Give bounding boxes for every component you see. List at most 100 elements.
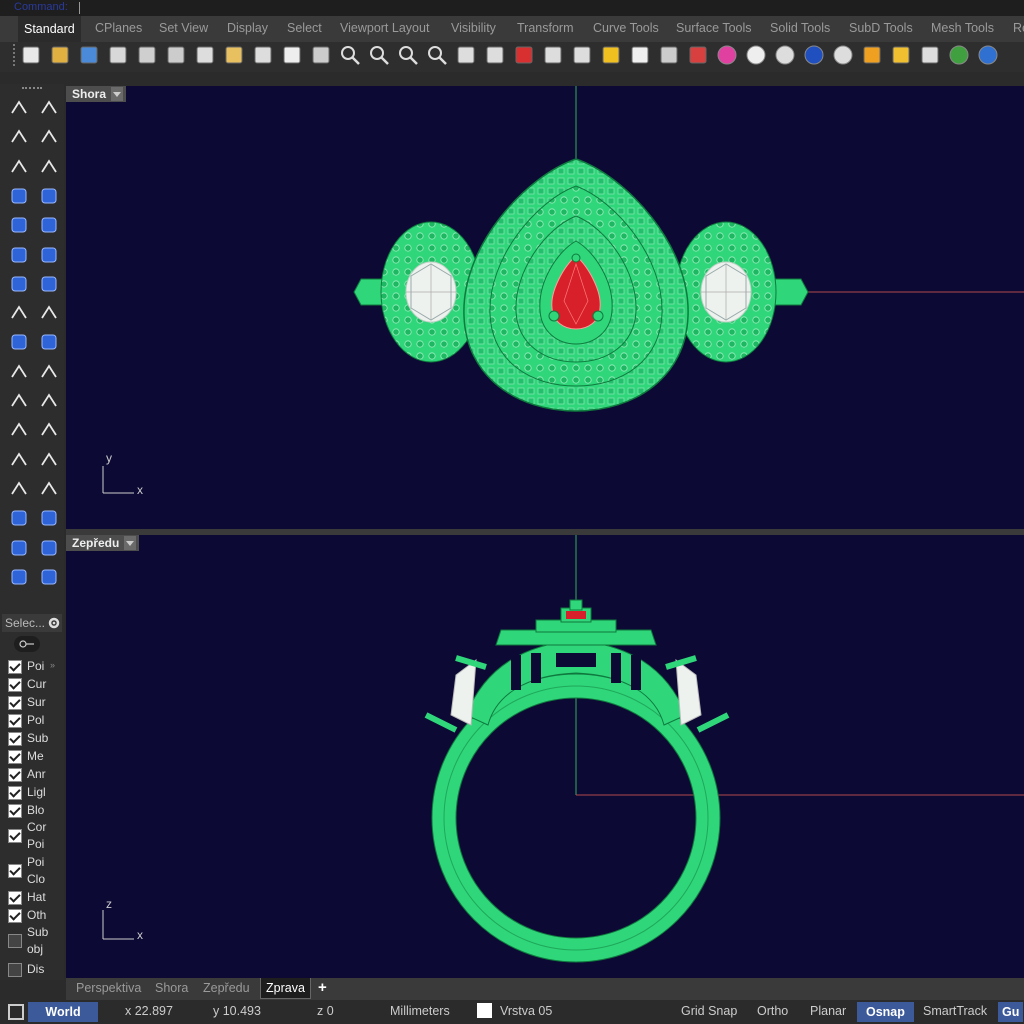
filter-checkbox[interactable]: [8, 714, 22, 728]
left-toolbar-grip[interactable]: [22, 87, 42, 92]
filter-checkbox[interactable]: [8, 732, 22, 746]
tab-mesh-tools[interactable]: Mesh Tools: [931, 21, 994, 35]
panel-toggle-icon[interactable]: [8, 1004, 24, 1020]
filter-checkbox[interactable]: [8, 909, 22, 923]
tab-curve-tools[interactable]: Curve Tools: [593, 21, 659, 35]
zoom-window-icon[interactable]: [368, 44, 390, 66]
color-wheel-icon[interactable]: [716, 44, 738, 66]
tab-standard[interactable]: Standard: [18, 16, 81, 42]
light-bulb-icon[interactable]: [629, 44, 651, 66]
gumball-toggle[interactable]: Gu: [998, 1002, 1024, 1022]
circle-icon[interactable]: [8, 156, 30, 178]
filter-checkbox[interactable]: [8, 768, 22, 782]
open-folder-icon[interactable]: [49, 44, 71, 66]
tab-perspektiva[interactable]: Perspektiva: [76, 981, 141, 995]
tab-zprava[interactable]: Zprava: [260, 978, 311, 999]
surface-icon[interactable]: [8, 244, 30, 266]
filter-checkbox[interactable]: [8, 891, 22, 905]
grid-array-icon[interactable]: [8, 537, 30, 559]
rebuild-icon[interactable]: [38, 419, 60, 441]
tab-surface-tools[interactable]: Surface Tools: [676, 21, 752, 35]
text-icon[interactable]: [8, 449, 30, 471]
filter-item[interactable]: Me: [8, 749, 64, 765]
import-icon[interactable]: [136, 44, 158, 66]
polygon-icon[interactable]: [8, 185, 30, 207]
print-icon[interactable]: [107, 44, 129, 66]
filter-checkbox[interactable]: [8, 864, 22, 878]
scale-icon[interactable]: [38, 449, 60, 471]
viewport-title-front[interactable]: Zepředu: [66, 535, 140, 551]
viewport-title-top[interactable]: Shora: [66, 86, 127, 102]
tab-zepredu[interactable]: Zepředu: [203, 981, 250, 995]
filter-checkbox[interactable]: [8, 660, 22, 674]
polyline-icon[interactable]: [8, 126, 30, 148]
osnap-toggle[interactable]: Osnap: [857, 1002, 914, 1022]
point-icon[interactable]: [38, 97, 60, 119]
light-cone-icon[interactable]: [861, 44, 883, 66]
grid-options-icon[interactable]: [542, 44, 564, 66]
filter-item[interactable]: Blo: [8, 803, 64, 819]
ortho-toggle[interactable]: Ortho: [757, 1004, 788, 1018]
smarttrack-toggle[interactable]: SmartTrack: [923, 1004, 987, 1018]
filter-checkbox[interactable]: [8, 963, 22, 977]
cplane-icon[interactable]: [571, 44, 593, 66]
boolean-union-icon[interactable]: [8, 390, 30, 412]
twist-icon[interactable]: [38, 566, 60, 588]
cut-icon[interactable]: [165, 44, 187, 66]
filter-checkbox[interactable]: [8, 829, 22, 843]
filter-item[interactable]: Anr: [8, 767, 64, 783]
tab-visibility[interactable]: Visibility: [451, 21, 496, 35]
planar-toggle[interactable]: Planar: [810, 1004, 846, 1018]
pan-hand-icon[interactable]: [281, 44, 303, 66]
viewport-top[interactable]: y x Shora: [66, 86, 1024, 529]
copy-icon[interactable]: [194, 44, 216, 66]
tab-display[interactable]: Display: [227, 21, 268, 35]
command-bar[interactable]: Command:: [0, 0, 1024, 16]
trim-icon[interactable]: [8, 361, 30, 383]
cage-edit-icon[interactable]: [8, 566, 30, 588]
explode-icon[interactable]: [8, 331, 30, 353]
filter-item[interactable]: Cor Poi: [8, 820, 64, 851]
filter-item[interactable]: Poi Clo: [8, 855, 64, 886]
point-snap-icon[interactable]: [600, 44, 622, 66]
current-layer[interactable]: Vrstva 05: [500, 1004, 552, 1018]
move-up-icon[interactable]: [38, 507, 60, 529]
curve-icon[interactable]: [38, 126, 60, 148]
tab-select[interactable]: Select: [287, 21, 322, 35]
viewport-front[interactable]: z x Zepředu: [66, 535, 1024, 978]
zoom-selected-icon[interactable]: [426, 44, 448, 66]
grid-snap-toggle[interactable]: Grid Snap: [681, 1004, 737, 1018]
layer-icon[interactable]: [687, 44, 709, 66]
tab-subd-tools[interactable]: SubD Tools: [849, 21, 913, 35]
settings-gear-icon[interactable]: [890, 44, 912, 66]
rectangle-icon[interactable]: [38, 185, 60, 207]
loft-icon[interactable]: [38, 244, 60, 266]
chevron-down-icon[interactable]: [124, 536, 137, 550]
chevron-down-icon[interactable]: [111, 87, 124, 101]
ellipse-icon[interactable]: [38, 156, 60, 178]
zoom-icon[interactable]: [339, 44, 361, 66]
new-file-icon[interactable]: [20, 44, 42, 66]
filter-item[interactable]: Sub: [8, 731, 64, 747]
settings-gear-icon[interactable]: [47, 616, 61, 630]
rhino-globe-icon[interactable]: [948, 44, 970, 66]
add-viewport-icon[interactable]: +: [318, 979, 327, 996]
zoom-extents-icon[interactable]: [397, 44, 419, 66]
array-icon[interactable]: [8, 478, 30, 500]
undo-icon[interactable]: [252, 44, 274, 66]
toolbar-grip[interactable]: [13, 44, 19, 66]
sphere-solid-icon[interactable]: [38, 273, 60, 295]
select-arrow-icon[interactable]: [8, 97, 30, 119]
arc-icon[interactable]: [8, 214, 30, 236]
filter-checkbox[interactable]: [8, 678, 22, 692]
glossy-sphere-icon[interactable]: [832, 44, 854, 66]
tab-set-view[interactable]: Set View: [159, 21, 208, 35]
wireframe-sphere-icon[interactable]: [774, 44, 796, 66]
rotate-view-icon[interactable]: [310, 44, 332, 66]
filter-checkbox[interactable]: [8, 786, 22, 800]
tab-transform[interactable]: Transform: [517, 21, 574, 35]
tab-solid-tools[interactable]: Solid Tools: [770, 21, 830, 35]
cube-icon[interactable]: [8, 507, 30, 529]
gumball-icon[interactable]: [38, 537, 60, 559]
filter-item[interactable]: Sub obj: [8, 925, 64, 956]
